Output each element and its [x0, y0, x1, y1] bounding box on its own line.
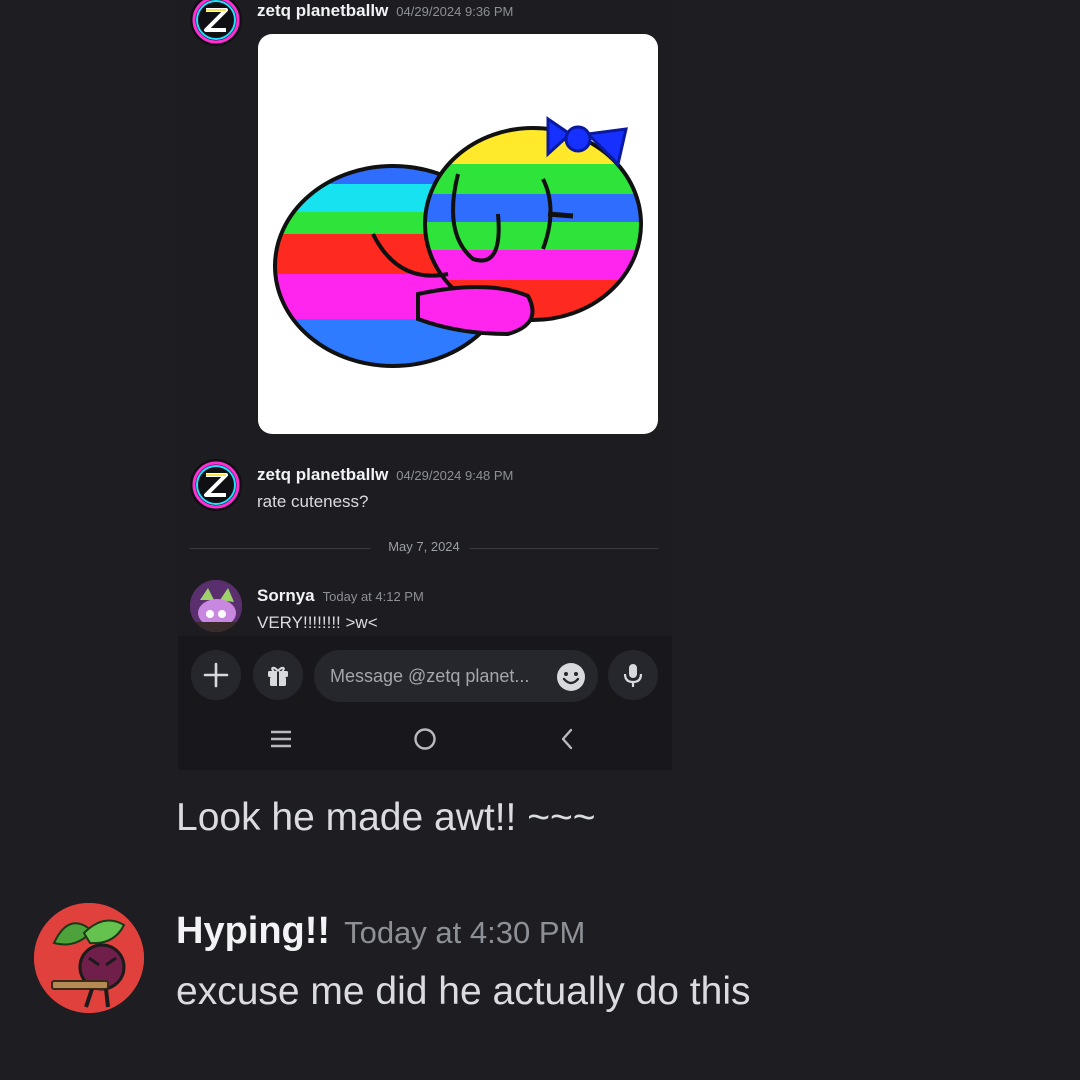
message-text: excuse me did he actually do this — [176, 970, 751, 1013]
message-composer: Message @zetq planet... — [178, 636, 672, 770]
divider-line — [470, 548, 658, 549]
date-divider: May 7, 2024 — [190, 538, 658, 558]
home-circle-icon — [414, 728, 436, 750]
z-logo-icon — [192, 0, 240, 44]
nav-back-button[interactable] — [556, 726, 578, 752]
rainbow-ball-drawing — [273, 116, 643, 368]
message-text: rate cuteness? — [257, 492, 369, 511]
emoji-button[interactable] — [556, 662, 586, 692]
back-chevron-icon — [561, 728, 573, 750]
message-author[interactable]: Hyping!! Today at 4:30 PM — [176, 910, 585, 953]
nav-menu-button[interactable] — [268, 728, 294, 750]
sornya-avatar[interactable] — [190, 580, 242, 632]
continued-message-text: Look he made awt!! ~~~ — [176, 796, 596, 839]
microphone-icon — [623, 664, 643, 687]
embedded-screenshot[interactable]: zetq planetballw 04/29/2024 9:36 PM zetq… — [178, 0, 672, 770]
message-timestamp: 04/29/2024 9:36 PM — [396, 4, 514, 19]
zetq-avatar[interactable] — [190, 0, 242, 46]
chat-page: zetq planetballw 04/29/2024 9:36 PM zetq… — [0, 0, 1080, 1080]
gift-button[interactable] — [253, 650, 303, 700]
cat-avatar-icon — [190, 580, 242, 632]
onion-character-avatar-icon — [34, 903, 144, 1013]
message-author[interactable]: zetq planetballw 04/29/2024 9:36 PM — [257, 1, 513, 21]
image-attachment[interactable] — [258, 34, 658, 434]
message-author[interactable]: Sornya Today at 4:12 PM — [257, 586, 424, 606]
zetq-avatar[interactable] — [190, 459, 242, 511]
voice-button[interactable] — [608, 650, 658, 700]
menu-icon — [271, 730, 291, 748]
plus-icon — [203, 662, 229, 688]
nav-home-button[interactable] — [412, 726, 438, 752]
z-logo-icon — [192, 461, 240, 509]
message-timestamp: Today at 4:30 PM — [344, 915, 586, 950]
add-button[interactable] — [191, 650, 241, 700]
message-timestamp: Today at 4:12 PM — [322, 589, 424, 604]
message-author[interactable]: zetq planetballw 04/29/2024 9:48 PM — [257, 465, 513, 485]
emoji-icon — [557, 663, 585, 691]
message-input-placeholder: Message @zetq planet... — [330, 666, 530, 686]
message-text: VERY!!!!!!!! >w< — [257, 613, 378, 632]
divider-date: May 7, 2024 — [388, 539, 460, 554]
gift-icon — [268, 666, 288, 686]
hyping-avatar[interactable] — [34, 903, 144, 1013]
message-timestamp: 04/29/2024 9:48 PM — [396, 468, 514, 483]
